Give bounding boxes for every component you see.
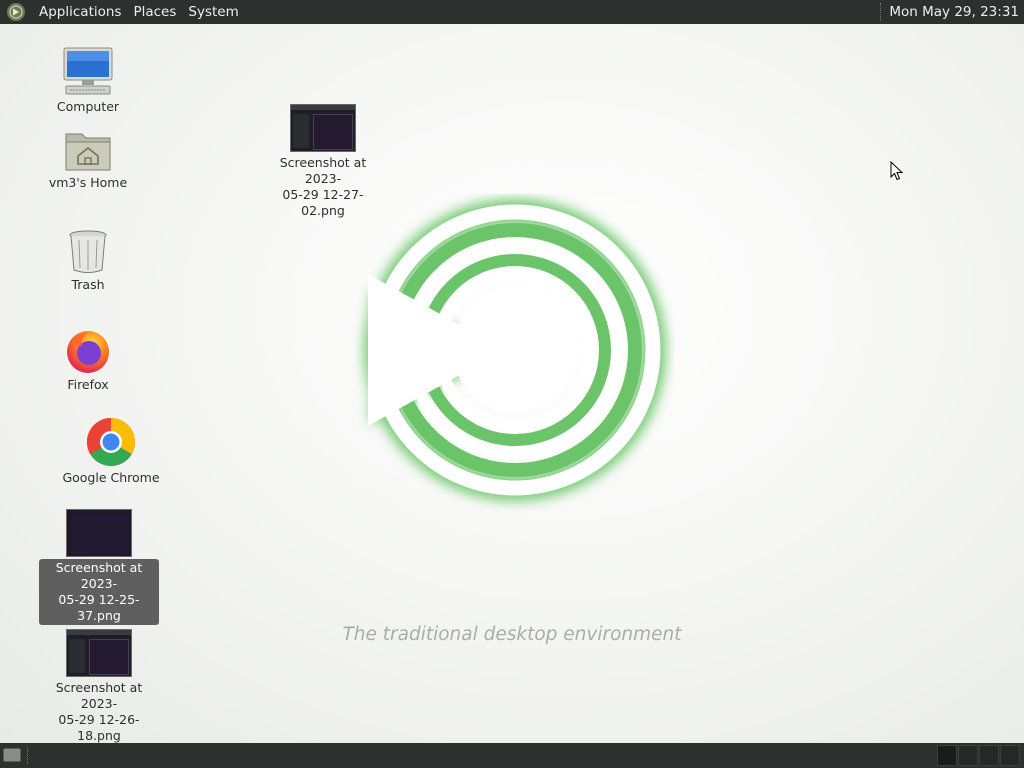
mouse-cursor-icon (890, 161, 904, 181)
top-panel: Applications Places System Mon May 29, 2… (0, 0, 1024, 24)
desktop-icon-computer[interactable]: Computer (28, 46, 148, 116)
workspace-1[interactable] (937, 745, 957, 766)
show-desktop-button[interactable] (3, 748, 21, 762)
trash-icon (66, 228, 110, 274)
home-folder-icon (64, 128, 112, 172)
mate-wallpaper-logo (364, 199, 666, 501)
system-menu[interactable]: System (182, 0, 244, 24)
label-line: 05-29 12-25-37.png (58, 592, 140, 623)
label-line: 05-29 12-27-02.png (282, 187, 364, 218)
computer-icon (62, 46, 114, 96)
desktop-icon-trash[interactable]: Trash (28, 228, 148, 294)
desktop-icon-label: Screenshot at 2023- 05-29 12-25-37.png (39, 559, 159, 625)
desktop-icon-screenshot-2[interactable]: Screenshot at 2023- 05-29 12-26-18.png (39, 629, 159, 745)
desktop-icon-chrome[interactable]: Google Chrome (51, 417, 171, 487)
desktop-icon-label: Firefox (67, 377, 109, 392)
desktop-icon-label: Screenshot at 2023- 05-29 12-26-18.png (39, 679, 159, 745)
desktop-icon-screenshot-1[interactable]: Screenshot at 2023- 05-29 12-25-37.png (39, 509, 159, 625)
desktop-icon-label: Computer (56, 99, 120, 114)
desktop-icon-label: vm3's Home (48, 175, 128, 190)
desktop-icon-home[interactable]: vm3's Home (28, 128, 148, 192)
desktop-icon-label: Trash (71, 277, 105, 292)
mate-logo-icon (9, 5, 23, 19)
desktop-icon-label: Screenshot at 2023- 05-29 12-27-02.png (263, 154, 383, 220)
label-line: Screenshot at 2023- (55, 680, 143, 711)
desktop-icon-screenshot-3[interactable]: Screenshot at 2023- 05-29 12-27-02.png (263, 104, 383, 220)
image-thumbnail-icon (290, 104, 356, 152)
bottom-panel (0, 743, 1024, 768)
workspace-3[interactable] (979, 745, 999, 766)
desktop-icon-label: Google Chrome (62, 470, 160, 485)
label-line: 05-29 12-26-18.png (58, 712, 140, 743)
chrome-icon (86, 417, 136, 467)
workspace-4[interactable] (1000, 745, 1020, 766)
panel-handle[interactable] (880, 3, 884, 21)
desktop-icon-firefox[interactable]: Firefox (28, 328, 148, 394)
image-thumbnail-icon (66, 629, 132, 677)
image-thumbnail-icon (66, 509, 132, 557)
clock[interactable]: Mon May 29, 23:31 (889, 4, 1024, 20)
panel-handle[interactable] (27, 747, 31, 764)
label-line: Screenshot at 2023- (279, 155, 367, 186)
label-line: Screenshot at 2023- (55, 560, 143, 591)
applications-menu[interactable]: Applications (33, 0, 127, 24)
mate-menu-icon[interactable] (7, 3, 25, 21)
desktop[interactable]: The traditional desktop environment Comp… (0, 24, 1024, 743)
firefox-icon (64, 328, 112, 374)
places-menu[interactable]: Places (127, 0, 182, 24)
workspace-2[interactable] (958, 745, 978, 766)
